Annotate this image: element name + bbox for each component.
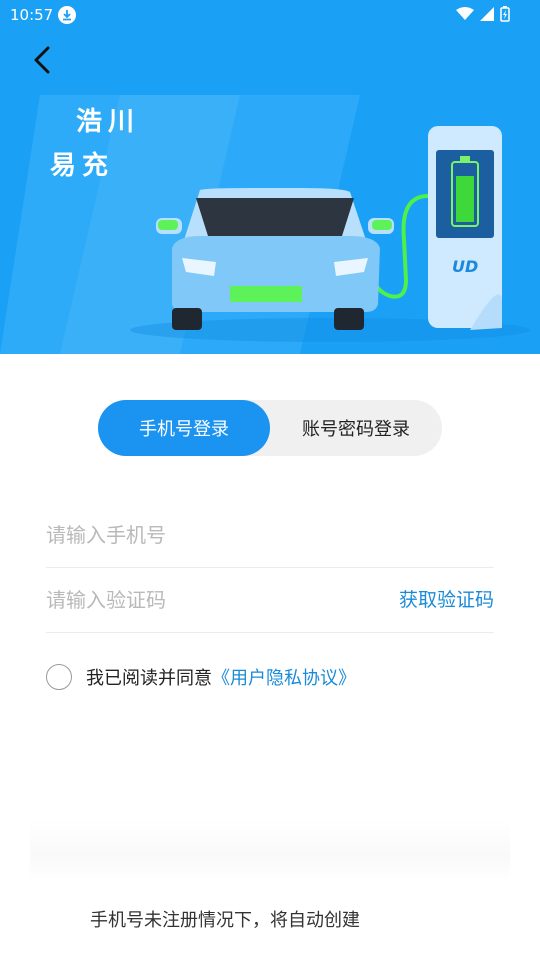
hero-banner: UD 浩川 易充 (0, 0, 540, 354)
phone-field (46, 503, 494, 568)
wifi-icon (456, 7, 474, 20)
back-button[interactable] (22, 40, 62, 80)
privacy-policy-link[interactable]: 《用户隐私协议》 (212, 664, 356, 690)
charger-station: UD (428, 126, 502, 330)
tab-phone-login[interactable]: 手机号登录 (98, 400, 270, 456)
agreement-text: 我已阅读并同意 (86, 668, 212, 689)
battery-icon (500, 6, 510, 22)
chevron-left-icon (34, 46, 50, 74)
system-icons (456, 6, 510, 22)
status-time: 10:57 (10, 6, 54, 24)
brand-line-2: 易充 (50, 151, 115, 181)
phone-input[interactable] (46, 503, 376, 567)
brand-line-1: 浩川 (76, 107, 141, 137)
agreement-row: 我已阅读并同意 《用户隐私协议》 (46, 662, 356, 692)
fade-overlay (30, 820, 510, 880)
code-field: 获取验证码 (46, 568, 494, 633)
agreement-checkbox[interactable] (46, 664, 72, 690)
auto-register-note: 手机号未注册情况下，将自动创建 (90, 910, 360, 931)
charger-logo: UD (452, 257, 478, 276)
verification-code-input[interactable] (46, 568, 376, 632)
login-mode-tabs: 手机号登录 账号密码登录 (98, 400, 442, 456)
get-code-button[interactable]: 获取验证码 (399, 568, 494, 632)
signal-icon (480, 7, 494, 21)
download-icon (58, 6, 76, 24)
tab-account-login[interactable]: 账号密码登录 (270, 400, 442, 456)
status-bar: 10:57 (0, 0, 540, 32)
brand-title: 浩川 易充 (50, 100, 140, 188)
